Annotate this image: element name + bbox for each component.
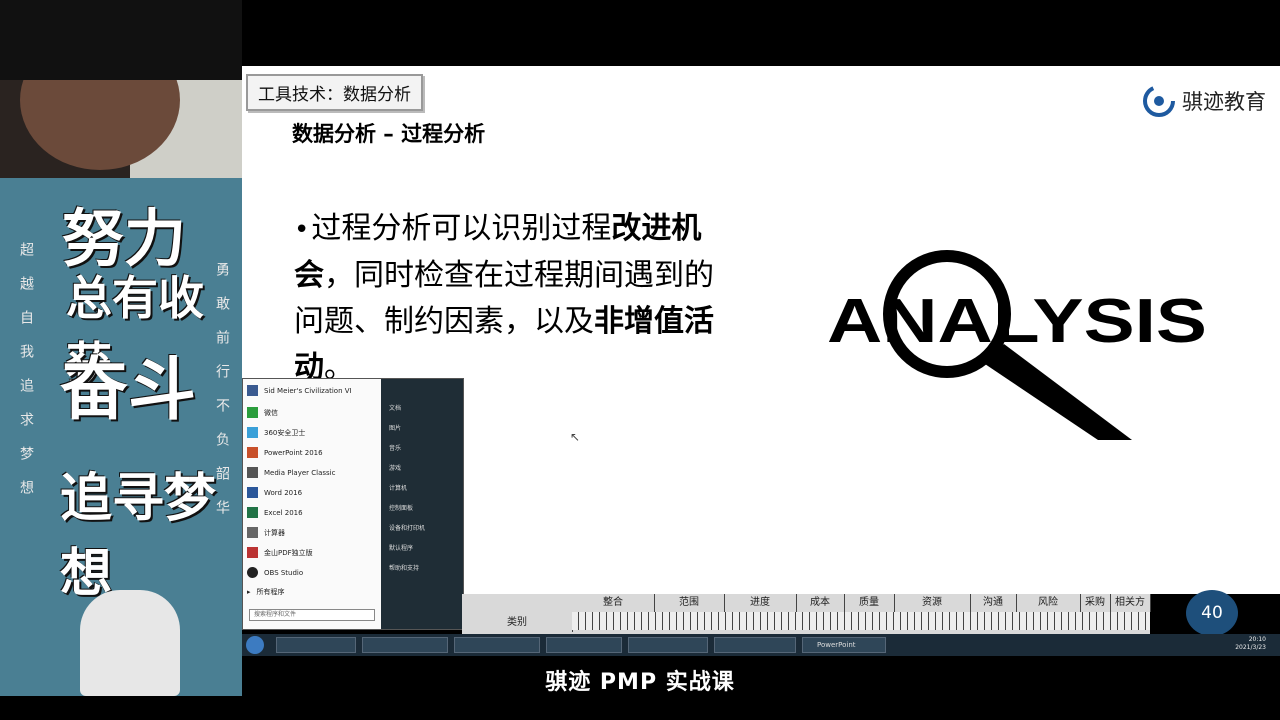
menu-right-games[interactable]: 游戏	[389, 463, 401, 472]
menu-right-help[interactable]: 帮助和支持	[389, 563, 419, 572]
start-search-input[interactable]: 搜索程序和文件	[249, 609, 375, 621]
sheet-header-resource: 资源	[894, 594, 971, 612]
poster-line-3: 奋斗	[60, 351, 197, 430]
bullet-text-1: 过程分析可以识别过程	[311, 211, 612, 246]
side-poster: 努力 总有收获 奋斗 追寻梦想 超越自我追求梦想 勇敢前行不负韶华	[0, 0, 242, 696]
webcam-feed	[0, 0, 242, 178]
taskbar-button-3[interactable]	[454, 637, 540, 653]
sheet-header-risk: 风险	[1016, 594, 1081, 612]
sheet-header-schedule: 进度	[724, 594, 797, 612]
menu-right-computer[interactable]: 计算机	[389, 483, 407, 492]
brand-logo-icon	[1143, 85, 1175, 117]
menu-item-powerpoint[interactable]: PowerPoint 2016	[247, 447, 323, 458]
analysis-magnifier-image: ANALYSIS	[827, 250, 1207, 440]
clock-date: 2021/3/23	[1235, 644, 1266, 651]
menu-item-calculator[interactable]: 计算器	[247, 527, 285, 538]
start-menu[interactable]: Sid Meier's Civilization VI 微信 360安全卫士 P…	[242, 378, 464, 630]
taskbar: PowerPoint 20:10 2021/3/23	[242, 634, 1280, 656]
poster-column-right: 勇敢前行不负韶华	[214, 262, 230, 534]
start-button-icon[interactable]	[246, 636, 264, 654]
menu-right-music[interactable]: 音乐	[389, 443, 401, 452]
menu-right-control-panel[interactable]: 控制面板	[389, 503, 413, 512]
sheet-header-stakeholder: 相关方	[1110, 594, 1151, 612]
section-label: 工具技术：数据分析	[246, 74, 423, 111]
menu-item-wechat[interactable]: 微信	[247, 407, 278, 418]
poster-column-left: 超越自我追求梦想	[18, 242, 34, 514]
slide-page-number: 40	[1186, 590, 1238, 636]
sheet-header-integration: 整合	[572, 594, 655, 612]
menu-item-civilization[interactable]: Sid Meier's Civilization VI	[247, 385, 352, 396]
clock-time: 20:10	[1248, 636, 1266, 643]
bullet-icon: •	[294, 215, 310, 245]
video-caption: 骐迹 PMP 实战课	[545, 670, 735, 695]
taskbar-button-4[interactable]	[546, 637, 622, 653]
sheet-header-communication: 沟通	[970, 594, 1017, 612]
menu-right-default-programs[interactable]: 默认程序	[389, 543, 413, 552]
menu-item-all-programs[interactable]: ▸ 所有程序	[247, 587, 285, 597]
sheet-header-procurement: 采购	[1080, 594, 1111, 612]
menu-item-360[interactable]: 360安全卫士	[247, 427, 305, 438]
knowledge-area-sheet: 类别 整合 范围 进度 成本 质量 资源 沟通 风险 采购 相关方	[462, 594, 1151, 634]
taskbar-clock[interactable]: 20:10 2021/3/23	[1235, 636, 1266, 652]
menu-item-pdf[interactable]: 金山PDF独立版	[247, 547, 313, 558]
menu-item-excel[interactable]: Excel 2016	[247, 507, 303, 518]
menu-item-obs[interactable]: OBS Studio	[247, 567, 303, 578]
taskbar-button-2[interactable]	[362, 637, 448, 653]
menu-right-pictures[interactable]: 图片	[389, 423, 401, 432]
sheet-header-scope: 范围	[654, 594, 725, 612]
bullet-point: •过程分析可以识别过程改进机会，同时检查在过程期间遇到的问题、制约因素，以及非增…	[294, 206, 734, 391]
taskbar-button-obs[interactable]	[628, 637, 708, 653]
sheet-row-label: 类别	[462, 614, 573, 632]
sheet-cells	[572, 612, 1150, 630]
taskbar-button-powerpoint-editor[interactable]	[714, 637, 796, 653]
menu-right-documents[interactable]: 文档	[389, 403, 401, 412]
brand: 骐迹教育	[1142, 84, 1266, 118]
menu-item-word[interactable]: Word 2016	[247, 487, 302, 498]
mouse-cursor-icon: ↖	[570, 430, 581, 444]
slide-title: 数据分析 – 过程分析	[292, 122, 486, 146]
sheet-header-quality: 质量	[844, 594, 895, 612]
menu-item-media-player[interactable]: Media Player Classic	[247, 467, 335, 478]
taskbar-button-powerpoint[interactable]: PowerPoint	[802, 637, 886, 653]
sheet-header-cost: 成本	[796, 594, 845, 612]
menu-right-devices[interactable]: 设备和打印机	[389, 523, 425, 532]
taskbar-button-1[interactable]	[276, 637, 356, 653]
brand-name: 骐迹教育	[1182, 90, 1266, 114]
